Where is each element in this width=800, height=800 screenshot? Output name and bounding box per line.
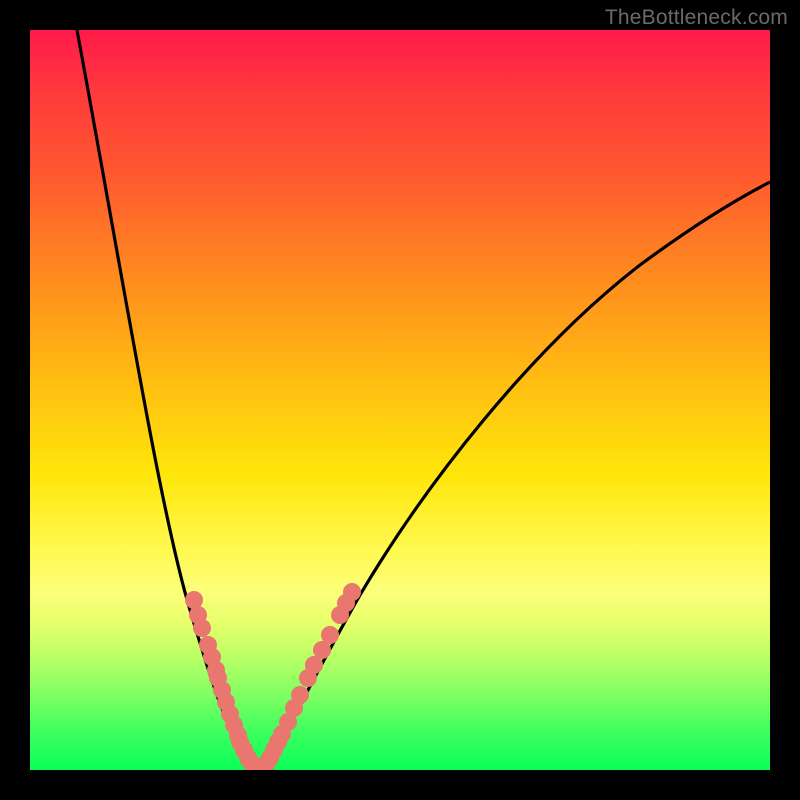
sample-dot (193, 619, 211, 637)
watermark-text: TheBottleneck.com (605, 6, 788, 30)
sample-dot (321, 626, 339, 644)
chart-plot-area (30, 30, 770, 770)
chart-svg (30, 30, 770, 770)
sample-dots-group (185, 583, 361, 770)
sample-dot (291, 686, 309, 704)
right-curve (258, 182, 770, 770)
sample-dot (343, 583, 361, 601)
left-curve (77, 30, 258, 770)
